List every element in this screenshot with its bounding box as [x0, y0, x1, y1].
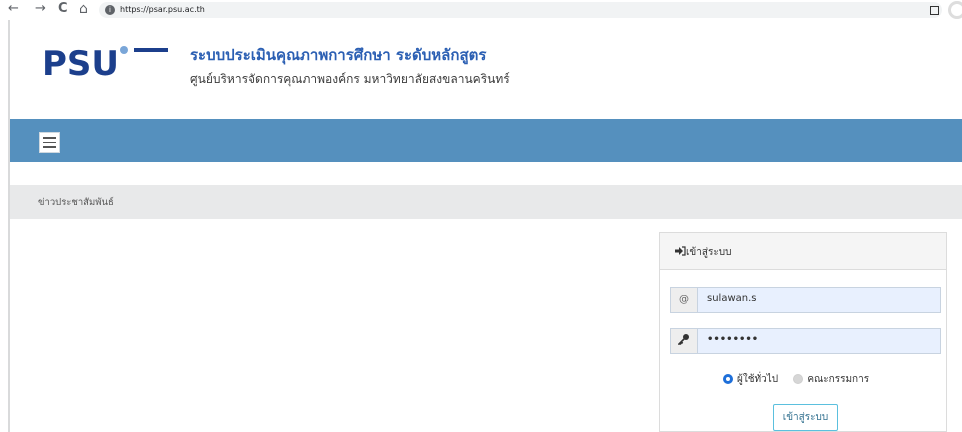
role-radio-committee[interactable]: คณะกรรมการ	[793, 374, 869, 385]
sign-in-icon	[675, 246, 686, 256]
main-navbar	[10, 119, 962, 162]
username-value[interactable]: sulawan.s	[707, 293, 757, 304]
password-value[interactable]: ••••••••	[707, 334, 758, 345]
login-panel-title: เข้าสู่ระบบ	[675, 245, 731, 260]
browser-toolbar: ← → C ⌂ i https://psar.psu.ac.th	[0, 0, 962, 20]
password-field[interactable]: ••••••••	[670, 328, 941, 354]
site-title: ระบบประเมินคุณภาพการศึกษา ระดับหลักสูตร	[190, 46, 487, 64]
site-subtitle: ศูนย์บริหารจัดการคุณภาพองค์กร มหาวิทยาลั…	[190, 72, 510, 86]
breadcrumb: ข่าวประชาสัมพันธ์	[10, 185, 962, 219]
role-label-general[interactable]: ผู้ใช้ทั่วไป	[737, 374, 778, 385]
role-radio-general[interactable]: ผู้ใช้ทั่วไป	[723, 374, 778, 385]
radio-selected-icon[interactable]	[723, 374, 733, 384]
address-bar[interactable]: i https://psar.psu.ac.th	[99, 2, 942, 18]
profile-icon[interactable]	[948, 1, 962, 19]
url-text: https://psar.psu.ac.th	[120, 5, 205, 14]
page-border	[8, 20, 10, 432]
login-panel-header: เข้าสู่ระบบ	[660, 233, 946, 270]
reload-icon[interactable]: C	[58, 1, 68, 17]
at-sign-icon: @	[671, 288, 698, 312]
back-icon[interactable]: ←	[8, 1, 19, 17]
extension-icon[interactable]	[930, 6, 939, 15]
psu-logo: PSU	[42, 38, 172, 88]
key-icon	[671, 329, 698, 353]
login-panel: เข้าสู่ระบบ @ sulawan.s •••••••• ผู้ใช้ท…	[659, 232, 947, 432]
role-radio-group: ผู้ใช้ทั่วไป คณะกรรมการ	[723, 372, 869, 386]
logo-text: PSU	[42, 44, 119, 84]
username-field[interactable]: @ sulawan.s	[670, 287, 941, 313]
breadcrumb-news-label[interactable]: ข่าวประชาสัมพันธ์	[38, 195, 114, 210]
menu-toggle-icon[interactable]	[39, 132, 60, 153]
forward-icon[interactable]: →	[35, 1, 46, 17]
radio-unselected-icon[interactable]	[793, 374, 804, 384]
login-submit-button[interactable]: เข้าสู่ระบบ	[773, 404, 838, 431]
home-icon[interactable]: ⌂	[79, 1, 88, 17]
role-label-committee[interactable]: คณะกรรมการ	[807, 374, 869, 385]
site-info-icon[interactable]: i	[105, 5, 115, 15]
